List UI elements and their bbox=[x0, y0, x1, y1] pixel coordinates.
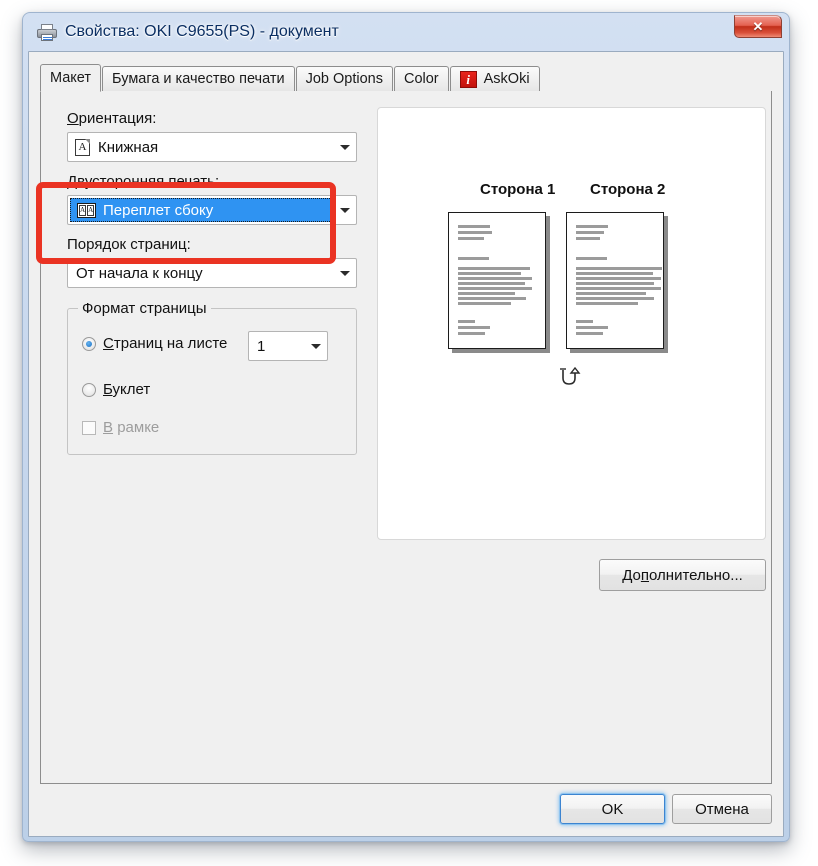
chevron-down-icon[interactable] bbox=[305, 343, 327, 349]
page-order-label: Порядок страниц: bbox=[67, 236, 191, 253]
tab-label: AskOki bbox=[483, 71, 530, 87]
chevron-down-icon[interactable] bbox=[334, 196, 356, 224]
printer-icon bbox=[37, 23, 57, 41]
orientation-value: Книжная bbox=[98, 138, 159, 156]
cancel-button[interactable]: Отмена bbox=[672, 794, 772, 824]
preview-sheet-side2 bbox=[566, 212, 664, 349]
ok-button-label: OK bbox=[601, 800, 624, 818]
orientation-combo[interactable]: Книжная bbox=[67, 132, 357, 162]
window-title: Свойства: OKI C9655(PS) - документ bbox=[65, 23, 339, 40]
duplex-preview-panel: Сторона 1 Сторона 2 bbox=[377, 107, 766, 540]
tab-label: Job Options bbox=[305, 71, 383, 87]
tab-color[interactable]: Color bbox=[393, 66, 449, 91]
duplex-label: Двусторонняя печать: bbox=[67, 173, 220, 190]
checkbox-draw-borders[interactable]: В рамке В рамке bbox=[82, 419, 159, 436]
advanced-button[interactable]: Дополнительно... Дополнительно... bbox=[599, 559, 766, 591]
tab-page-maket: Ориентация: Книжная Двусторонняя печать:… bbox=[40, 91, 772, 784]
tab-askoki[interactable]: i AskOki bbox=[449, 66, 540, 91]
dialog-button-bar: OK Отмена bbox=[29, 784, 783, 836]
tab-strip: Макет Бумага и качество печати Job Optio… bbox=[40, 64, 772, 92]
tab-label: Color bbox=[403, 71, 439, 87]
close-glyph: ✕ bbox=[752, 19, 764, 34]
printer-properties-window: Свойства: OKI C9655(PS) - документ ✕ Мак… bbox=[22, 12, 790, 842]
radio-indicator bbox=[82, 336, 96, 351]
side2-label: Сторона 2 bbox=[590, 181, 666, 198]
cancel-button-label: Отмена bbox=[695, 800, 749, 818]
dialog-client-area: Макет Бумага и качество печати Job Optio… bbox=[28, 51, 784, 837]
duplex-value: Переплет сбоку bbox=[103, 201, 214, 219]
book-binding-icon: AA bbox=[77, 202, 96, 218]
chevron-down-icon[interactable] bbox=[334, 270, 356, 276]
checkbox-indicator bbox=[82, 420, 96, 435]
pages-per-sheet-value: 1 bbox=[257, 337, 266, 355]
close-icon[interactable]: ✕ bbox=[734, 15, 782, 38]
pages-per-sheet-combo[interactable]: 1 bbox=[248, 331, 328, 361]
page-format-group: Формат страницы Страниц на листе Страниц… bbox=[67, 300, 357, 455]
radio-label: Буклет bbox=[103, 381, 151, 398]
orientation-label: Ориентация: bbox=[67, 110, 157, 127]
chevron-down-icon[interactable] bbox=[334, 144, 356, 150]
duplex-combo[interactable]: AA Переплет сбоку bbox=[67, 195, 357, 225]
portrait-page-icon bbox=[75, 138, 90, 156]
preview-sheet-side1 bbox=[448, 212, 546, 349]
tab-paper-quality[interactable]: Бумага и качество печати bbox=[102, 66, 295, 91]
checkbox-label: В рамке bbox=[103, 419, 160, 436]
tab-job-options[interactable]: Job Options bbox=[295, 66, 393, 91]
tab-label: Бумага и качество печати bbox=[112, 71, 285, 87]
info-icon: i bbox=[459, 70, 477, 88]
page-format-title: Формат страницы bbox=[78, 300, 211, 317]
advanced-button-label: Дополнительно... bbox=[622, 566, 743, 584]
radio-label: Страниц на листе bbox=[103, 335, 228, 352]
radio-indicator bbox=[82, 382, 96, 397]
page-order-value: От начала к концу bbox=[76, 264, 203, 282]
page-order-combo[interactable]: От начала к концу bbox=[67, 258, 357, 288]
radio-pages-per-sheet[interactable]: Страниц на листе Страниц на листе bbox=[82, 335, 227, 352]
ok-button[interactable]: OK bbox=[560, 794, 665, 824]
title-bar: Свойства: OKI C9655(PS) - документ ✕ bbox=[28, 13, 784, 51]
tab-maket[interactable]: Макет bbox=[40, 64, 102, 92]
side1-label: Сторона 1 bbox=[480, 181, 556, 198]
radio-booklet[interactable]: Буклет Буклет bbox=[82, 381, 150, 398]
flip-arrow-icon bbox=[556, 366, 586, 390]
tab-label: Макет bbox=[50, 70, 92, 86]
